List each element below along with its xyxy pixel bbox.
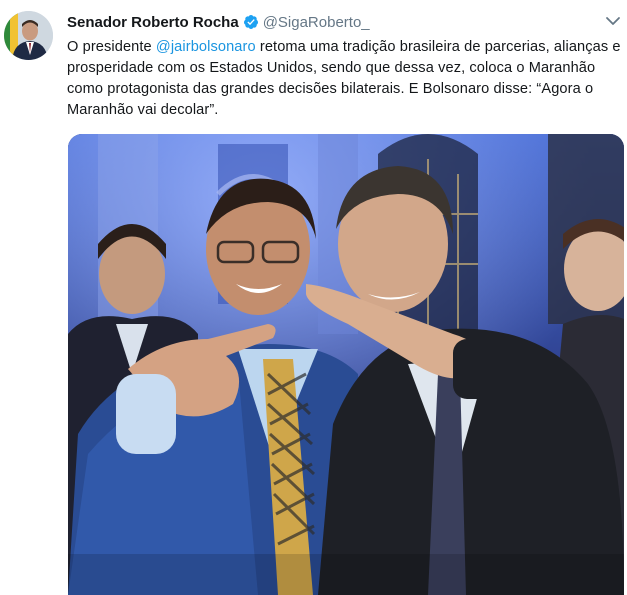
tweet-text-part: O presidente: [67, 39, 156, 55]
verified-badge-icon: [243, 14, 259, 30]
avatar[interactable]: [4, 11, 53, 60]
author-name[interactable]: Senador Roberto Rocha: [67, 14, 239, 31]
tweet-header: Senador Roberto Rocha @SigaRoberto_: [67, 12, 370, 32]
mention-link[interactable]: @jairbolsonaro: [156, 39, 256, 55]
tweet-photo[interactable]: [68, 134, 624, 595]
tweet[interactable]: Senador Roberto Rocha @SigaRoberto_ O pr…: [0, 0, 627, 595]
tweet-text: O presidente @jairbolsonaro retoma uma t…: [67, 37, 623, 121]
author-handle[interactable]: @SigaRoberto_: [263, 14, 370, 31]
chevron-down-icon[interactable]: [604, 14, 622, 28]
